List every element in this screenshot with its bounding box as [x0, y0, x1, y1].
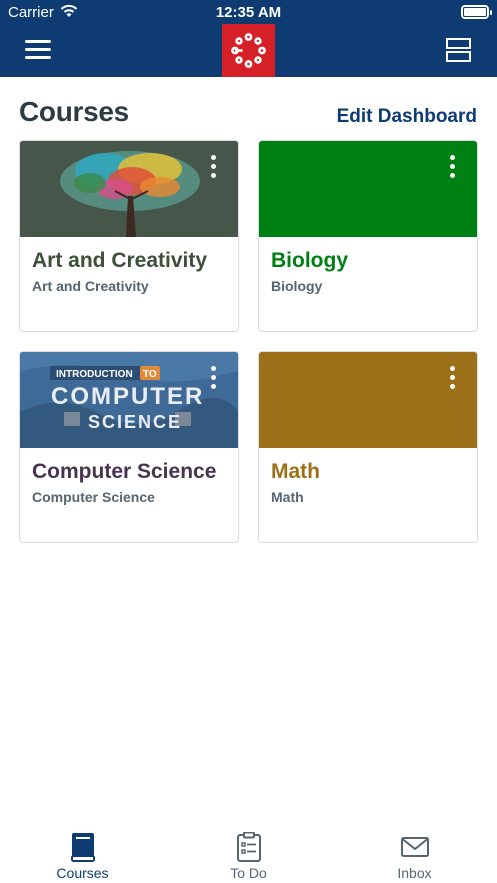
banner-to-text: TO: [143, 369, 157, 380]
canvas-logo-icon: [222, 24, 275, 77]
tree-art-image: [20, 141, 238, 237]
course-title: Math: [271, 460, 320, 483]
banner-small-text: INTRODUCTION: [56, 369, 133, 380]
course-title: Art and Creativity: [32, 249, 208, 272]
course-card-math[interactable]: Math Math: [258, 351, 478, 543]
envelope-icon: [400, 837, 429, 857]
book-icon: [70, 833, 95, 862]
course-image: [20, 141, 238, 237]
hamburger-icon[interactable]: [25, 40, 51, 60]
course-title: Computer Science: [32, 460, 217, 483]
course-title: Biology: [271, 249, 348, 272]
course-options-icon[interactable]: [447, 155, 457, 181]
course-card-biology[interactable]: Biology Biology: [258, 140, 478, 332]
course-card-computer-science[interactable]: INTRODUCTION TO COMPUTER SCIENCE Compute…: [19, 351, 239, 543]
course-image: INTRODUCTION TO COMPUTER SCIENCE: [20, 352, 238, 448]
clipboard-icon: [236, 832, 261, 862]
status-time: 12:35 AM: [215, 4, 282, 21]
edit-dashboard-button[interactable]: Edit Dashboard: [337, 106, 477, 128]
tab-label: Inbox: [397, 865, 432, 881]
banner-line2-text: SCIENCE: [88, 412, 182, 432]
course-color-block: [259, 352, 477, 448]
layout-toggle-icon[interactable]: [446, 38, 471, 63]
page-title: Courses: [19, 96, 129, 127]
course-color-block: [259, 141, 477, 237]
tab-bar: Courses To Do Inbox: [0, 822, 497, 883]
cs-banner-image: INTRODUCTION TO COMPUTER SCIENCE: [20, 352, 238, 448]
course-options-icon[interactable]: [208, 155, 218, 181]
battery-icon: [461, 5, 492, 19]
status-bar: Carrier 12:35 AM: [0, 0, 497, 26]
course-options-icon[interactable]: [208, 366, 218, 392]
course-card-art[interactable]: Art and Creativity Art and Creativity: [19, 140, 239, 332]
course-subtitle: Biology: [271, 278, 323, 294]
course-options-icon[interactable]: [447, 366, 457, 392]
tab-todo[interactable]: To Do: [166, 822, 331, 883]
top-bar: Carrier 12:35 AM: [0, 0, 497, 77]
tab-label: To Do: [230, 865, 267, 881]
course-subtitle: Art and Creativity: [32, 278, 149, 294]
banner-line1-text: COMPUTER: [51, 383, 204, 410]
course-subtitle: Computer Science: [32, 489, 155, 505]
tab-courses[interactable]: Courses: [0, 822, 165, 883]
tab-inbox[interactable]: Inbox: [332, 822, 497, 883]
tab-label: Courses: [56, 865, 109, 881]
course-subtitle: Math: [271, 489, 304, 505]
